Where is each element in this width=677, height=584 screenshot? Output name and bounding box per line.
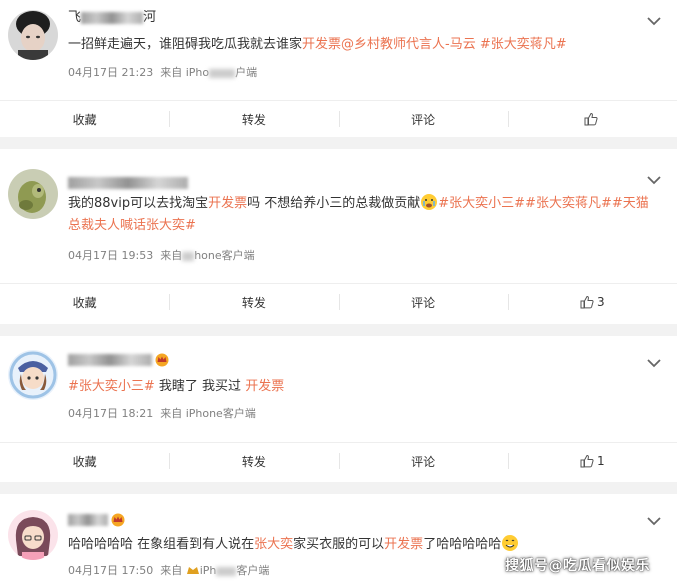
post-time[interactable]: 04月17日 21:23: [68, 66, 153, 79]
post-meta: 04月17日 18:21 来自 iPhone客户端: [68, 407, 256, 420]
avatar[interactable]: [8, 169, 58, 219]
thumbs-up-icon: [580, 295, 594, 309]
like-button[interactable]: 3: [507, 284, 677, 320]
comment-button[interactable]: 评论: [338, 284, 508, 320]
user-name[interactable]: [68, 512, 126, 528]
post-text: 我的88vip可以去找淘宝开发票吗 不想给养小三的总裁做贡献 #张大奕小三##张大…: [68, 193, 658, 237]
chevron-down-icon[interactable]: [647, 175, 661, 185]
keyword-highlight[interactable]: 开发票: [384, 537, 423, 552]
repost-button[interactable]: 转发: [169, 101, 338, 137]
keyword-highlight[interactable]: 开发票: [208, 196, 247, 211]
avatar[interactable]: [8, 10, 58, 60]
weibo-card-1: 飞河 一招鲜走遍天，谁阻碍我吃瓜我就去谁家开发票@乡村教师代言人-马云 #张大奕…: [0, 0, 677, 137]
favorite-button[interactable]: 收藏: [0, 101, 169, 137]
post-time[interactable]: 04月17日 18:21: [68, 407, 153, 420]
keyword-highlight[interactable]: 开发票: [245, 379, 284, 394]
like-button[interactable]: 1: [507, 443, 677, 479]
crying-emoji-icon: [421, 194, 438, 210]
comment-button[interactable]: 评论: [338, 443, 508, 479]
blurred-name: [68, 513, 108, 526]
like-button[interactable]: [507, 101, 677, 137]
repost-button[interactable]: 转发: [169, 443, 338, 479]
vip-crown-icon: [155, 353, 169, 366]
user-name[interactable]: [68, 352, 170, 368]
comment-button[interactable]: 评论: [338, 101, 508, 137]
mention-link[interactable]: @乡村教师代言人-马云: [341, 37, 476, 52]
user-name[interactable]: [68, 175, 188, 191]
grin-emoji-icon: [502, 535, 519, 551]
thumbs-up-icon: [584, 112, 598, 126]
action-bar: 收藏 转发 评论 1: [0, 442, 677, 479]
post-meta: 04月17日 21:23 来自 iPho 户端: [68, 66, 258, 79]
favorite-button[interactable]: 收藏: [0, 443, 169, 479]
weibo-card-2: 我的88vip可以去找淘宝开发票吗 不想给养小三的总裁做贡献 #张大奕小三##张大…: [0, 149, 677, 324]
hashtag-link[interactable]: #张大奕小三#: [68, 379, 155, 394]
blurred-name: [68, 176, 188, 189]
avatar[interactable]: [8, 350, 58, 400]
post-meta: 04月17日 19:53 来自 hone客户端: [68, 249, 255, 262]
vip-crown-icon: [111, 513, 125, 526]
chevron-down-icon[interactable]: [647, 16, 661, 26]
action-bar: 收藏 转发 评论 3: [0, 283, 677, 320]
blurred-name: [68, 353, 152, 366]
post-meta: 04月17日 17:50 来自 iPh 客户端: [68, 564, 270, 577]
user-name[interactable]: 飞河: [68, 10, 156, 26]
hashtag-link[interactable]: #张大奕蒋凡#: [476, 37, 567, 52]
favorite-button[interactable]: 收藏: [0, 284, 169, 320]
post-text: 哈哈哈哈哈 在象组看到有人说在张大奕家买衣服的可以开发票了哈哈哈哈哈: [68, 534, 658, 556]
watermark: 搜狐号@吃瓜看似娱乐: [505, 558, 650, 574]
action-bar: 收藏 转发 评论: [0, 100, 677, 137]
device-icon: [186, 567, 199, 574]
blurred-name: [81, 11, 144, 24]
thumbs-up-icon: [580, 454, 594, 468]
keyword-highlight[interactable]: 张大奕: [254, 537, 293, 552]
chevron-down-icon[interactable]: [647, 358, 661, 368]
post-time[interactable]: 04月17日 19:53: [68, 249, 153, 262]
post-text: #张大奕小三# 我瞎了 我买过 开发票: [68, 379, 285, 394]
repost-button[interactable]: 转发: [169, 284, 338, 320]
post-text: 一招鲜走遍天，谁阻碍我吃瓜我就去谁家开发票@乡村教师代言人-马云 #张大奕蒋凡#: [68, 37, 567, 52]
avatar[interactable]: [8, 510, 58, 560]
post-time[interactable]: 04月17日 17:50: [68, 564, 153, 577]
weibo-card-3: #张大奕小三# 我瞎了 我买过 开发票 04月17日 18:21 来自 iPho…: [0, 336, 677, 482]
keyword-highlight[interactable]: 开发票: [302, 37, 341, 52]
chevron-down-icon[interactable]: [647, 516, 661, 526]
